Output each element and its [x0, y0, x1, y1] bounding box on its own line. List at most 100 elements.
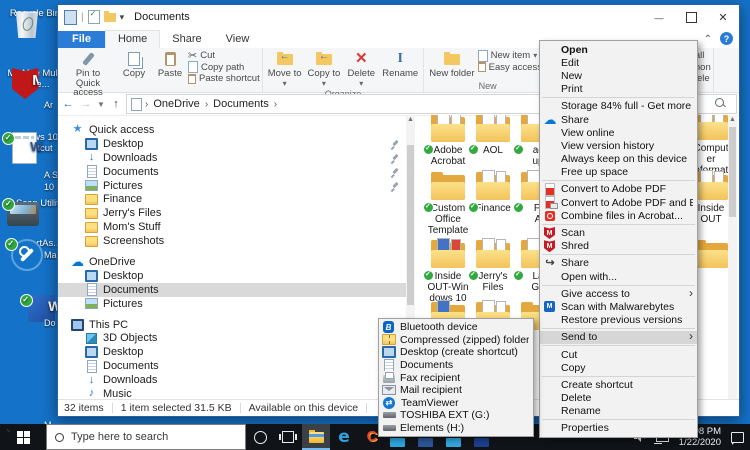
context-menu-item[interactable]: Give access to: [540, 287, 697, 300]
nav-item[interactable]: Documents: [58, 283, 406, 297]
context-menu-item[interactable]: Delete: [540, 392, 697, 405]
taskbar-app-icon-partial[interactable]: [474, 438, 489, 447]
help-icon[interactable]: ?: [720, 32, 733, 45]
taskbar-app-icon-partial[interactable]: [390, 438, 405, 447]
context-menu-item[interactable]: Create shortcut: [540, 378, 697, 391]
send-to-menu-item[interactable]: TeamViewer: [379, 397, 533, 410]
cortana-button[interactable]: [246, 424, 274, 450]
desktop-icon-label-partial[interactable]: Ma: [44, 250, 57, 260]
edge-taskbar-button[interactable]: [330, 424, 358, 450]
nav-item[interactable]: Finance: [58, 192, 406, 206]
desktop-icon-label-partial[interactable]: Do: [44, 318, 57, 328]
context-menu-item[interactable]: Always keep on this device: [540, 153, 697, 166]
nav-item[interactable]: Desktop: [58, 137, 406, 151]
collapse-ribbon-icon[interactable]: [704, 33, 712, 45]
nav-item[interactable]: Documents: [58, 359, 406, 373]
context-menu-item[interactable]: New: [540, 69, 697, 82]
tab-home[interactable]: Home: [105, 30, 160, 48]
context-menu-item[interactable]: Share: [540, 113, 697, 126]
context-menu-item[interactable]: Send to: [540, 331, 697, 344]
breadcrumb-documents[interactable]: Documents: [211, 98, 271, 110]
context-menu-item[interactable]: Open with...: [540, 270, 697, 283]
context-menu-item[interactable]: View online: [540, 126, 697, 139]
context-menu-item[interactable]: Convert to Adobe PDF: [540, 183, 697, 196]
context-menu-item[interactable]: Scan with Malwarebytes: [540, 300, 697, 313]
nav-item[interactable]: Screenshots: [58, 234, 406, 248]
taskbar-app-icon-partial[interactable]: [446, 438, 461, 447]
nav-item[interactable]: Desktop: [58, 345, 406, 359]
context-menu-item[interactable]: Scan: [540, 226, 697, 239]
send-to-menu-item[interactable]: Compressed (zipped) folder: [379, 334, 533, 347]
context-menu-item[interactable]: Share: [540, 257, 697, 270]
recent-locations-chevron-icon[interactable]: ▼: [96, 100, 106, 109]
nav-item[interactable]: Pictures: [58, 179, 406, 193]
context-menu-item[interactable]: Print: [540, 83, 697, 96]
context-menu-item[interactable]: Free up space: [540, 166, 697, 179]
file-explorer-taskbar-button[interactable]: [302, 424, 330, 450]
desktop-icon-label-partial[interactable]: 10: [44, 182, 57, 192]
send-to-menu-item[interactable]: Elements (H:): [379, 422, 533, 435]
forward-button[interactable]: →: [78, 98, 94, 110]
nav-item[interactable]: Pictures: [58, 297, 406, 311]
send-to-menu-item[interactable]: Fax recipient: [379, 371, 533, 384]
files-scrollbar[interactable]: ▲: [728, 115, 737, 400]
paste-button[interactable]: Paste: [152, 49, 188, 80]
action-center-icon[interactable]: [731, 432, 744, 443]
copy-button[interactable]: Copy: [116, 49, 152, 80]
rename-button[interactable]: Rename: [379, 49, 421, 80]
context-menu-item[interactable]: Restore previous versions: [540, 314, 697, 327]
nav-item[interactable]: OneDrive: [58, 255, 406, 269]
new-folder-button[interactable]: New folder: [426, 49, 477, 80]
context-menu-item[interactable]: View version history: [540, 139, 697, 152]
context-menu-item[interactable]: Shred: [540, 240, 697, 253]
context-menu-item[interactable]: Properties: [540, 422, 697, 435]
send-to-menu-item[interactable]: Documents: [379, 359, 533, 372]
system-menu-icon[interactable]: [64, 10, 77, 25]
send-to-menu-item[interactable]: Bluetooth device: [379, 321, 533, 334]
scrollbar-thumb[interactable]: [729, 127, 736, 217]
close-button[interactable]: [707, 5, 739, 29]
copy-path-button[interactable]: Copy path: [188, 62, 260, 74]
context-menu-item[interactable]: Convert to Adobe PDF and EMail: [540, 196, 697, 209]
up-button[interactable]: ↑: [108, 98, 124, 110]
context-menu-item[interactable]: Edit: [540, 56, 697, 69]
desktop-icon-label-partial[interactable]: A S: [44, 170, 57, 180]
new-folder-qat-icon[interactable]: [104, 13, 116, 22]
nav-item[interactable]: Downloads: [58, 373, 406, 387]
scroll-up-icon[interactable]: ▲: [406, 116, 415, 123]
move-to-button[interactable]: Move to: [265, 49, 305, 89]
context-menu-item[interactable]: Open: [540, 43, 697, 56]
nav-item[interactable]: Documents: [58, 165, 406, 179]
context-menu-item[interactable]: Combine files in Acrobat...: [540, 209, 697, 222]
context-menu-item[interactable]: Copy: [540, 361, 697, 374]
taskbar-search-input[interactable]: Type here to search: [46, 424, 246, 450]
scroll-up-icon[interactable]: ▲: [728, 116, 737, 123]
desktop-icon-label-partial[interactable]: Ar: [44, 100, 57, 110]
nav-item[interactable]: Mom's Stuff: [58, 220, 406, 234]
nav-item[interactable]: Jerry's Files: [58, 206, 406, 220]
scrollbar-thumb[interactable]: [407, 145, 414, 305]
cut-button[interactable]: Cut: [188, 50, 260, 62]
send-to-menu-item[interactable]: Desktop (create shortcut): [379, 346, 533, 359]
tab-share[interactable]: Share: [160, 31, 213, 48]
breadcrumb-onedrive[interactable]: OneDrive: [151, 98, 201, 110]
customize-qat-chevron-icon[interactable]: [120, 11, 125, 23]
send-to-menu-item[interactable]: Mail recipient: [379, 384, 533, 397]
minimize-button[interactable]: [643, 5, 675, 29]
nav-item[interactable]: Desktop: [58, 269, 406, 283]
nav-item[interactable]: 3D Objects: [58, 331, 406, 345]
tab-file[interactable]: File: [58, 31, 105, 48]
tab-view[interactable]: View: [214, 31, 262, 48]
taskbar-app-icon-partial[interactable]: [418, 438, 433, 447]
context-menu-item[interactable]: Cut: [540, 348, 697, 361]
paste-shortcut-button[interactable]: Paste shortcut: [188, 73, 260, 85]
maximize-button[interactable]: [675, 5, 707, 29]
breadcrumb[interactable]: OneDrive Documents: [126, 94, 555, 114]
task-view-button[interactable]: [274, 424, 302, 450]
nav-item[interactable]: Downloads: [58, 151, 406, 165]
context-menu-item[interactable]: Rename: [540, 405, 697, 418]
send-to-menu-item[interactable]: TOSHIBA EXT (G:): [379, 409, 533, 422]
copy-to-button[interactable]: Copy to: [305, 49, 344, 89]
nav-item[interactable]: Quick access: [58, 123, 406, 137]
properties-qat-icon[interactable]: [88, 10, 100, 24]
